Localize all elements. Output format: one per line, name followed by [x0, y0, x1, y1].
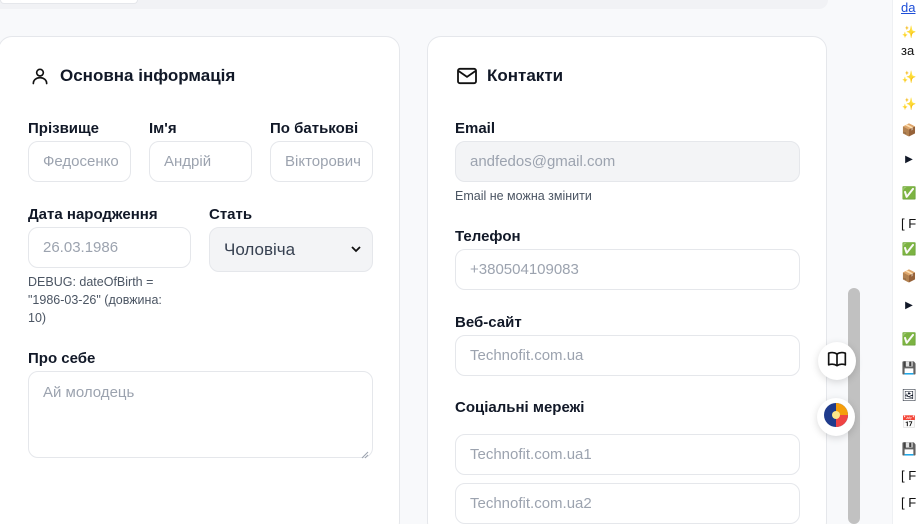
debug-line-1: DEBUG: dateOfBirth =	[28, 275, 154, 289]
social-input-1[interactable]: Technofit.com.ua1	[455, 434, 800, 475]
debug-line-2: "1986-03-26" (довжина:	[28, 293, 162, 307]
sparkle-icon: ✨	[901, 25, 916, 39]
user-icon	[29, 65, 51, 87]
sidebar-link[interactable]: da	[901, 0, 915, 15]
sidebar-text-za: за	[901, 43, 915, 58]
book-icon	[827, 350, 847, 373]
picture-icon: 🖼	[901, 388, 916, 402]
mail-icon	[456, 65, 478, 87]
gender-value: Чоловіча	[224, 239, 296, 259]
contacts-header: Контакти	[456, 65, 563, 87]
checkmark-icon: ✅	[901, 332, 916, 346]
name-input[interactable]: Андрій	[149, 141, 252, 182]
name-label: Ім'я	[149, 120, 177, 137]
dob-label: Дата народження	[28, 206, 158, 223]
floppy-disk-icon: 💾	[901, 442, 916, 456]
social-input-2[interactable]: Technofit.com.ua2	[455, 483, 800, 524]
surname-input[interactable]: Федосенко	[28, 141, 131, 182]
basic-info-card: Основна інформація Прізвище Федосенко Ім…	[0, 36, 400, 524]
sidebar-bracket-item: [ F	[901, 495, 916, 510]
about-label: Про себе	[28, 350, 96, 367]
palette-icon	[823, 402, 849, 433]
top-panel	[0, 0, 828, 9]
resize-handle-icon[interactable]	[361, 446, 369, 459]
basic-info-header: Основна інформація	[29, 65, 235, 87]
triangle-right-icon[interactable]: ▶	[901, 151, 916, 167]
about-textarea[interactable]: Ай молодець	[28, 371, 373, 459]
sparkle-icon: ✨	[901, 97, 916, 111]
checkmark-icon: ✅	[901, 242, 916, 256]
book-button[interactable]	[818, 342, 856, 380]
checkmark-icon: ✅	[901, 186, 916, 200]
calendar-icon: 📅	[901, 415, 916, 429]
dob-input[interactable]: 26.03.1986	[28, 227, 191, 268]
chevron-down-icon	[350, 240, 362, 260]
phone-input[interactable]: +380504109083	[455, 249, 800, 290]
website-input[interactable]: Technofit.com.ua	[455, 335, 800, 376]
package-icon: 📦	[901, 269, 916, 283]
right-sidebar: da ✨ за ✨ ✨ 📦 ▶ ✅ [ F ✅ 📦 ▶ ✅ 💾 🖼 📅 💾 [ …	[892, 0, 916, 524]
surname-label: Прізвище	[28, 120, 100, 137]
patronymic-label: По батькові	[270, 120, 359, 137]
sparkle-icon: ✨	[901, 70, 916, 84]
floppy-disk-icon: 💾	[901, 361, 916, 375]
social-label: Соціальні мережі	[455, 399, 585, 416]
gender-select[interactable]: Чоловіча	[209, 227, 373, 272]
palette-button[interactable]	[817, 398, 855, 436]
contacts-title: Контакти	[487, 66, 564, 85]
contacts-card: Контакти Email andfedos@gmail.com Email …	[427, 36, 827, 524]
top-tab[interactable]	[0, 0, 138, 4]
phone-label: Телефон	[455, 228, 521, 245]
debug-text: DEBUG: dateOfBirth = "1986-03-26" (довжи…	[28, 273, 162, 327]
email-input: andfedos@gmail.com	[455, 141, 800, 182]
triangle-right-icon[interactable]: ▶	[901, 297, 916, 313]
package-icon: 📦	[901, 123, 916, 137]
email-label: Email	[455, 120, 496, 137]
email-hint: Email не можна змінити	[455, 189, 592, 203]
sidebar-bracket-item: [ F	[901, 468, 916, 483]
debug-line-3: 10)	[28, 311, 47, 325]
about-placeholder: Ай молодець	[43, 384, 135, 401]
patronymic-input[interactable]: Вікторович	[270, 141, 373, 182]
gender-label: Стать	[209, 206, 253, 223]
basic-info-title: Основна інформація	[60, 66, 236, 85]
sidebar-bracket-item: [ F	[901, 216, 916, 231]
website-label: Веб-сайт	[455, 314, 522, 331]
